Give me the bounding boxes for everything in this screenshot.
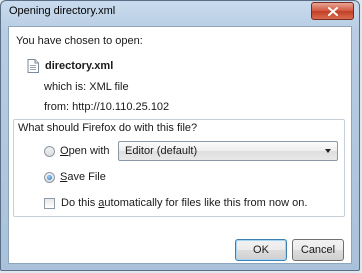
file-name: directory.xml xyxy=(45,60,114,72)
cancel-button[interactable]: Cancel xyxy=(292,239,344,261)
auto-label-after: utomatically for files like this from no… xyxy=(104,197,308,209)
file-source-value: http://10.110.25.102 xyxy=(72,101,170,113)
auto-label[interactable]: Do this automatically for files like thi… xyxy=(61,197,307,209)
open-with-radio[interactable] xyxy=(44,145,55,157)
action-question: What should Firefox do with this file? xyxy=(16,122,200,134)
close-icon xyxy=(327,6,338,16)
open-with-option[interactable]: Open with xyxy=(44,145,110,157)
chevron-down-icon xyxy=(325,149,331,153)
save-file-label-rest: ave File xyxy=(67,171,106,183)
save-file-radio[interactable] xyxy=(44,171,55,183)
auto-label-before: Do this xyxy=(61,197,99,209)
document-icon xyxy=(27,59,39,73)
open-with-select[interactable]: Editor (default) xyxy=(118,141,338,161)
open-with-select-value: Editor (default) xyxy=(125,145,198,157)
file-type-line: which is: XML file xyxy=(44,81,129,93)
title-bar[interactable]: Opening directory.xml xyxy=(1,1,359,25)
file-type-label: which is: xyxy=(44,81,87,93)
window-title: Opening directory.xml xyxy=(9,5,116,17)
open-with-mnemonic: O xyxy=(60,145,69,157)
file-type-value: XML file xyxy=(89,81,129,93)
dialog-body: You have chosen to open: directory.xml w… xyxy=(8,26,352,264)
save-file-option[interactable]: Save File xyxy=(44,171,106,183)
open-with-label[interactable]: Open with xyxy=(60,145,110,157)
close-button[interactable] xyxy=(311,2,354,20)
auto-option[interactable]: Do this automatically for files like thi… xyxy=(44,197,307,209)
ok-button[interactable]: OK xyxy=(235,239,287,261)
file-source-label: from: xyxy=(44,101,70,113)
open-with-label-rest: pen with xyxy=(68,145,110,157)
file-info: directory.xml xyxy=(27,59,113,73)
file-source-line: from: http://10.110.25.102 xyxy=(44,101,169,113)
auto-checkbox[interactable] xyxy=(44,197,55,209)
action-group: What should Firefox do with this file? O… xyxy=(13,119,345,217)
save-file-label[interactable]: Save File xyxy=(60,171,106,183)
dialog-window: Opening directory.xml You have chosen to… xyxy=(0,0,360,271)
chosen-label: You have chosen to open: xyxy=(16,35,143,47)
